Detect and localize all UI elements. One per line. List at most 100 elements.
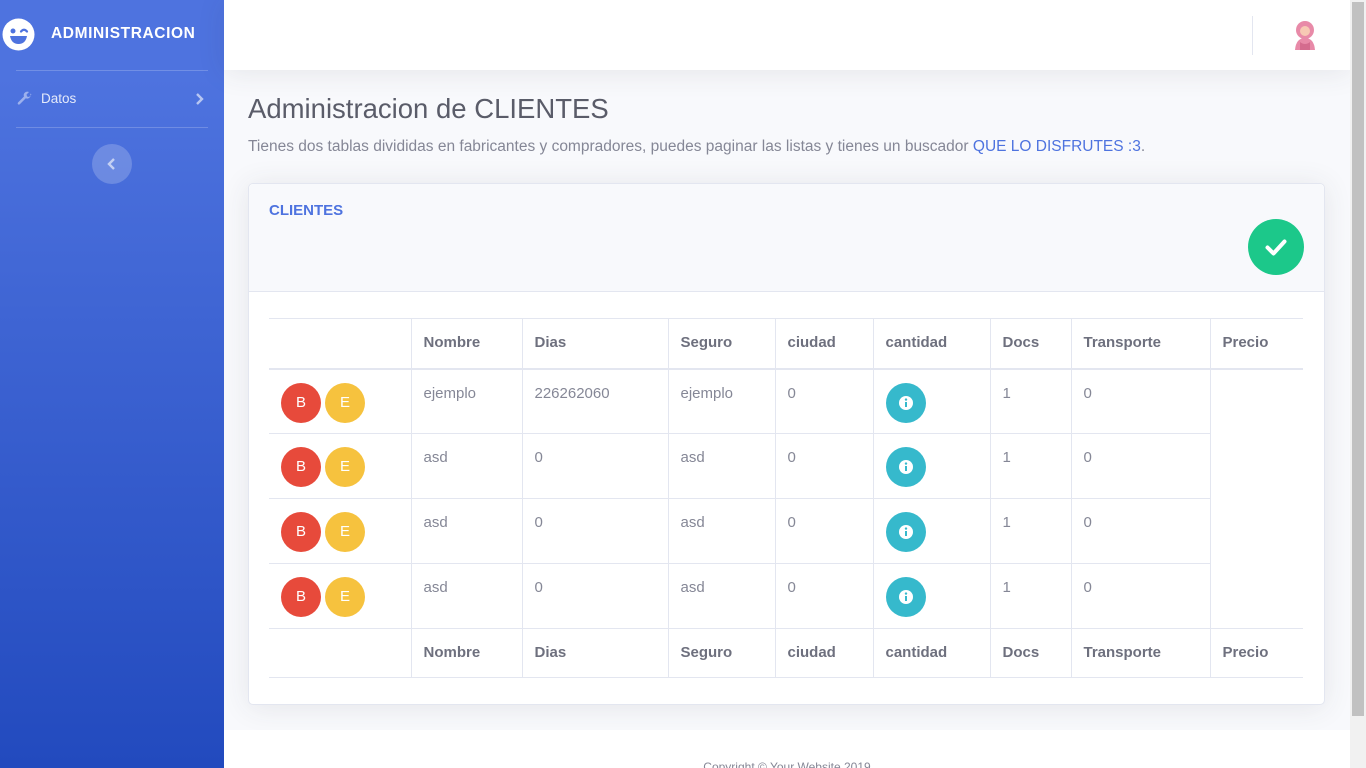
description-link[interactable]: QUE LO DISFRUTES :3	[973, 138, 1141, 155]
delete-button[interactable]: B	[281, 577, 321, 617]
cell-nombre: asd	[410, 433, 523, 499]
clientes-table: Nombre Dias Seguro ciudad cantidad Docs …	[269, 318, 1303, 678]
cell-nombre: asd	[410, 563, 523, 629]
table-row: BE ejemplo 226262060 ejemplo 0 1 0	[269, 368, 1303, 434]
cell-dias: 0	[521, 498, 669, 564]
column-header-transporte[interactable]: Transporte	[1070, 318, 1211, 370]
check-icon	[1265, 239, 1287, 256]
footer-header-precio: Precio	[1209, 628, 1303, 678]
cell-dias: 0	[521, 433, 669, 499]
chevron-right-icon	[196, 93, 204, 105]
edit-button[interactable]: E	[325, 512, 365, 552]
brand-title: ADMINISTRACION	[51, 25, 196, 42]
footer-header-docs: Docs	[989, 628, 1072, 678]
sidebar-divider	[16, 127, 208, 128]
row-actions: BE	[269, 498, 412, 564]
cell-docs: 1	[989, 498, 1072, 564]
sidebar-divider	[16, 70, 208, 71]
table-footer-row: Nombre Dias Seguro ciudad cantidad Docs …	[269, 628, 1303, 678]
info-button[interactable]	[885, 512, 926, 552]
cell-cantidad	[872, 368, 991, 434]
cell-transporte: 0	[1070, 433, 1211, 499]
page-title: Administracion de CLIENTES	[248, 93, 609, 124]
info-button[interactable]	[885, 577, 926, 617]
edit-button[interactable]: E	[325, 577, 365, 617]
topbar-divider	[1252, 16, 1253, 55]
info-icon	[898, 460, 913, 474]
cell-seguro: asd	[667, 498, 776, 564]
cell-precio	[1210, 499, 1303, 564]
cell-docs: 1	[989, 433, 1072, 499]
cell-cantidad	[872, 498, 991, 564]
footer-header-cantidad: cantidad	[872, 628, 991, 678]
cell-precio	[1210, 434, 1303, 499]
confirm-button[interactable]	[1248, 219, 1304, 275]
cell-dias: 226262060	[521, 368, 669, 434]
table-row: BE asd 0 asd 0 1 0	[269, 433, 1303, 499]
column-header-actions[interactable]	[269, 318, 412, 370]
delete-button[interactable]: B	[281, 447, 321, 487]
cell-nombre: asd	[410, 498, 523, 564]
cell-ciudad: 0	[774, 498, 874, 564]
wrench-icon	[17, 91, 32, 105]
cell-precio	[1210, 369, 1303, 434]
footer-header-transporte: Transporte	[1070, 628, 1211, 678]
copyright-text: Copyright © Your Website 2019	[703, 760, 871, 768]
edit-button[interactable]: E	[325, 447, 365, 487]
delete-button[interactable]: B	[281, 382, 321, 423]
sidebar-item-datos[interactable]: Datos	[0, 80, 224, 118]
sidebar-brand[interactable]: ADMINISTRACION	[0, 0, 224, 70]
topbar	[224, 0, 1350, 70]
laugh-wink-icon	[2, 18, 35, 51]
edit-button[interactable]: E	[325, 382, 365, 423]
table-header-row: Nombre Dias Seguro ciudad cantidad Docs …	[269, 318, 1303, 370]
table-row: BE asd 0 asd 0 1 0	[269, 563, 1303, 629]
cell-seguro: ejemplo	[667, 368, 776, 434]
cell-transporte: 0	[1070, 498, 1211, 564]
user-avatar-icon[interactable]	[1290, 19, 1320, 51]
cell-docs: 1	[989, 368, 1072, 434]
row-actions: BE	[269, 433, 412, 499]
cell-seguro: asd	[667, 433, 776, 499]
scrollbar-thumb[interactable]	[1352, 2, 1364, 716]
page-scrollbar[interactable]	[1350, 0, 1366, 768]
card-header: CLIENTES	[249, 184, 1324, 292]
footer-header-nombre: Nombre	[410, 628, 523, 678]
info-button[interactable]	[885, 382, 926, 423]
column-header-nombre[interactable]: Nombre	[410, 318, 523, 370]
footer-header-dias: Dias	[521, 628, 669, 678]
page-description: Tienes dos tablas divididas en fabricant…	[248, 138, 1145, 156]
column-header-ciudad[interactable]: ciudad	[774, 318, 874, 370]
info-icon	[898, 395, 913, 410]
description-end: .	[1140, 138, 1146, 155]
delete-button[interactable]: B	[281, 512, 321, 552]
cell-ciudad: 0	[774, 433, 874, 499]
clientes-card: CLIENTES Nombre Dias Seguro ciudad canti…	[248, 183, 1325, 705]
cell-ciudad: 0	[774, 563, 874, 629]
description-text: Tienes dos tablas divididas en fabricant…	[248, 138, 973, 155]
footer-header-ciudad: ciudad	[774, 628, 874, 678]
info-button[interactable]	[885, 447, 926, 487]
table-row: BE asd 0 asd 0 1 0	[269, 498, 1303, 564]
card-title: CLIENTES	[269, 202, 344, 219]
sidebar-toggle-button[interactable]	[92, 144, 132, 184]
column-header-precio[interactable]: Precio	[1209, 318, 1303, 370]
cell-cantidad	[872, 563, 991, 629]
info-icon	[898, 590, 913, 604]
row-actions: BE	[269, 368, 412, 434]
cell-nombre: ejemplo	[410, 368, 523, 434]
sidebar-item-label: Datos	[41, 91, 77, 106]
cell-seguro: asd	[667, 563, 776, 629]
footer-header-actions	[269, 628, 412, 678]
cell-transporte: 0	[1070, 563, 1211, 629]
cell-transporte: 0	[1070, 368, 1211, 434]
cell-cantidad	[872, 433, 991, 499]
info-icon	[898, 525, 913, 539]
column-header-seguro[interactable]: Seguro	[667, 318, 776, 370]
column-header-cantidad[interactable]: cantidad	[872, 318, 991, 370]
column-header-dias[interactable]: Dias	[521, 318, 669, 370]
cell-docs: 1	[989, 563, 1072, 629]
cell-ciudad: 0	[774, 368, 874, 434]
sidebar: ADMINISTRACION Datos	[0, 0, 224, 768]
column-header-docs[interactable]: Docs	[989, 318, 1072, 370]
